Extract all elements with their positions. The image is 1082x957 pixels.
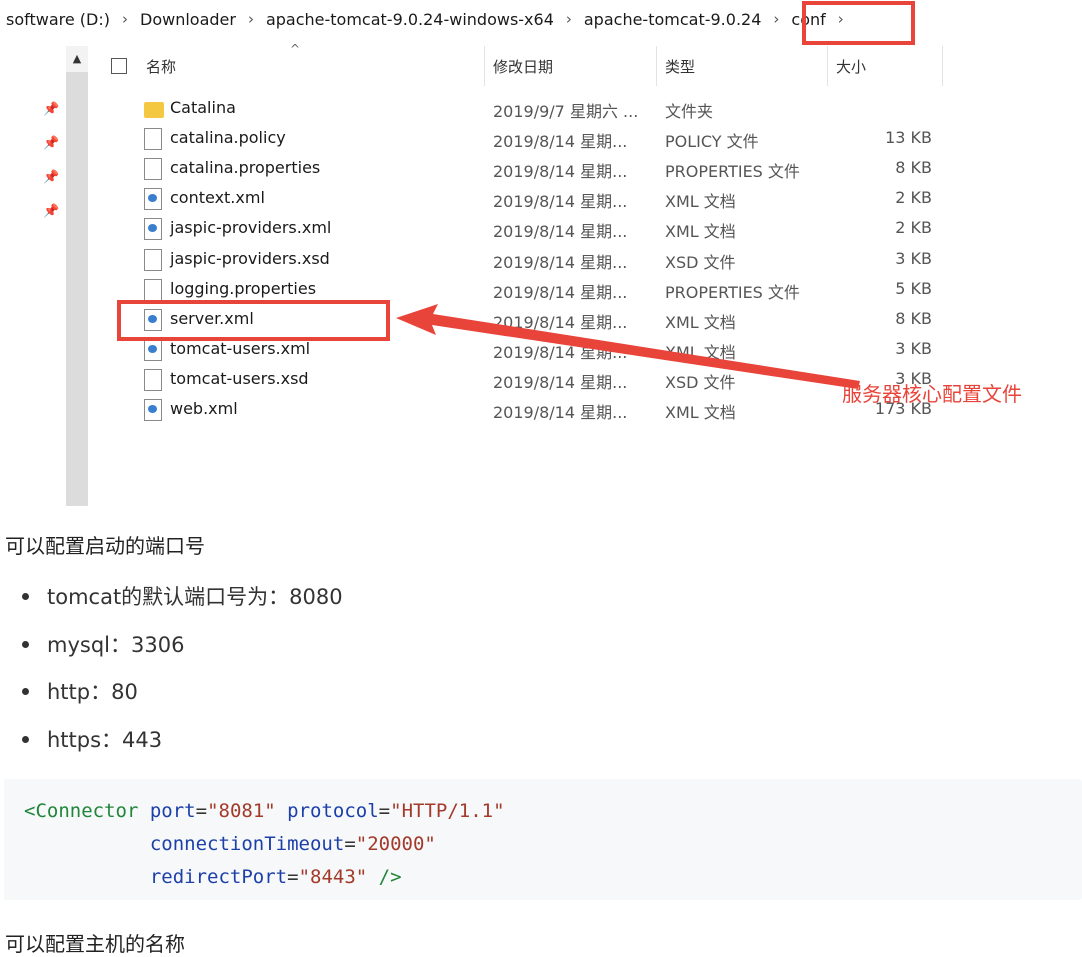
file-explorer: software (D:) › Downloader › apache-tomc…: [0, 0, 1082, 510]
list-item: https：443: [22, 725, 343, 773]
paragraph-host: 可以配置主机的名称: [5, 932, 185, 956]
paragraph-port: 可以配置启动的端口号: [5, 534, 205, 558]
list-item: http：80: [22, 677, 343, 725]
port-list: tomcat的默认端口号为：8080 mysql：3306 http：80 ht…: [22, 582, 343, 772]
bullet-icon: [22, 593, 29, 600]
list-item: tomcat的默认端口号为：8080: [22, 582, 343, 630]
annotation-label: 服务器核心配置文件: [842, 382, 1022, 406]
annotation-arrow: [396, 304, 860, 389]
list-item: mysql：3306: [22, 630, 343, 678]
code-block: <Connector port="8081" protocol="HTTP/1.…: [4, 779, 1082, 900]
bullet-icon: [22, 735, 29, 743]
bullet-icon: [22, 640, 29, 648]
bullet-icon: [22, 688, 29, 695]
code-tag: <Connector: [24, 800, 139, 822]
